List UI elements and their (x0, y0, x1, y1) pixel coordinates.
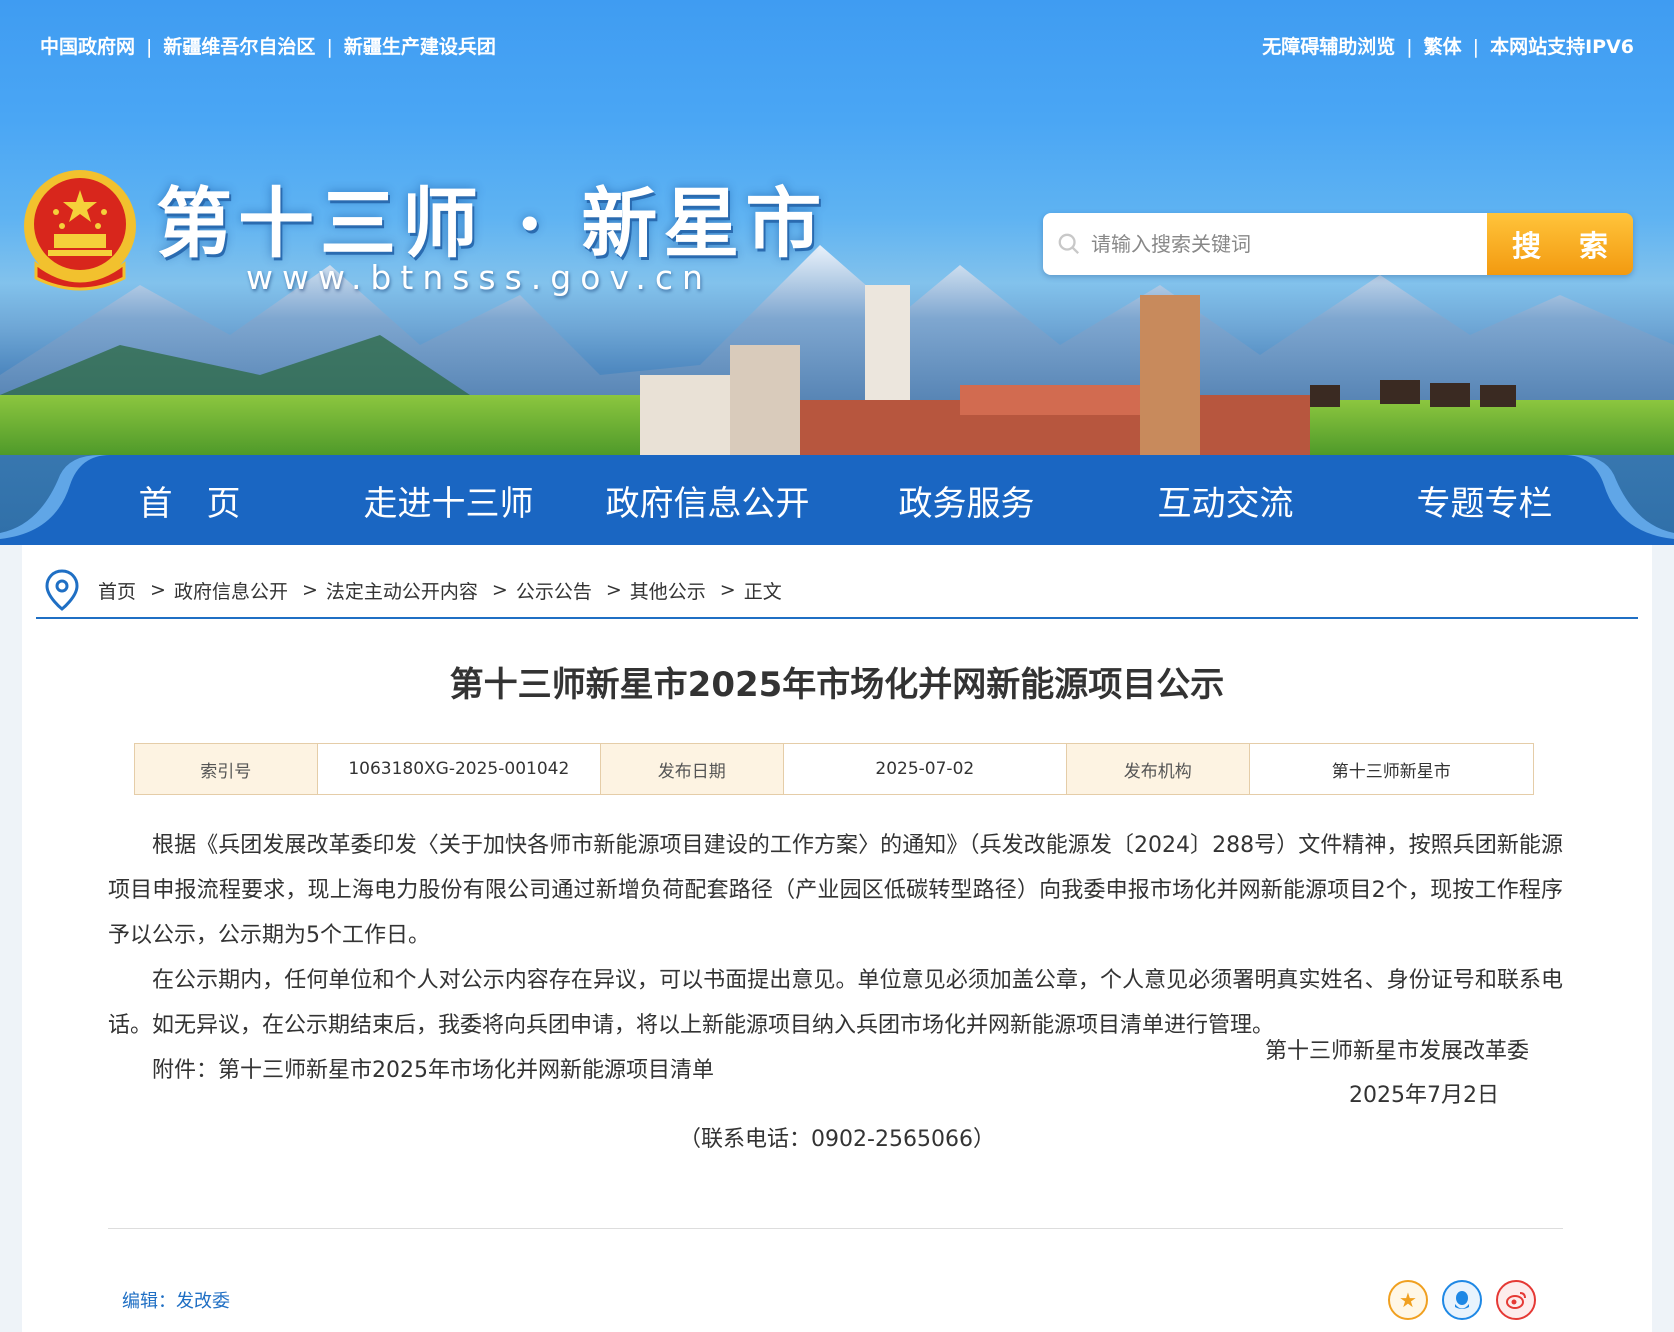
breadcrumb-separator: > (605, 579, 622, 601)
search-input[interactable] (1090, 232, 1487, 256)
breadcrumb-separator: > (719, 579, 736, 601)
site-header: 中国政府网 | 新疆维吾尔自治区 | 新疆生产建设兵团 无障碍辅助浏览 | 繁体 | 本网站支持… (0, 0, 1674, 545)
nav-item-home[interactable]: 首 页 (80, 476, 300, 525)
editor-credit: 编辑：发改委 (122, 1291, 230, 1312)
content-panel: 首页 > 政府信息公开 > 法定主动公开内容 > 公示公告 > 其他公示 > 正… (22, 545, 1652, 1332)
breadcrumb-announcements[interactable]: 公示公告 (516, 577, 592, 604)
search-button[interactable]: 搜 索 (1487, 213, 1633, 275)
breadcrumb-gov-info[interactable]: 政府信息公开 (174, 577, 288, 604)
nav-list: 首 页 走进十三师 政府信息公开 政务服务 互动交流 专题专栏 (60, 455, 1614, 545)
nav-item-gov-info[interactable]: 政府信息公开 (598, 476, 818, 525)
weibo-icon[interactable] (1496, 1280, 1536, 1320)
contact-phone: （联系电话：0902-2565066） (679, 1127, 995, 1152)
link-ipv6[interactable]: 本网站支持IPV6 (1490, 36, 1634, 58)
breadcrumb-separator: > (491, 579, 508, 601)
nav-item-topics[interactable]: 专题专栏 (1375, 476, 1595, 525)
link-accessibility[interactable]: 无障碍辅助浏览 (1262, 36, 1395, 58)
meta-date-value: 2025-07-02 (783, 744, 1067, 794)
breadcrumb-current: 正文 (743, 580, 782, 603)
meta-org-label: 发布机构 (1067, 744, 1250, 794)
sign-date: 2025年7月2日 (1349, 1083, 1499, 1108)
site-title: 第十三师 · 新星市 (156, 179, 828, 268)
link-traditional-chinese[interactable]: 繁体 (1424, 36, 1462, 58)
breadcrumb-separator: > (301, 579, 318, 601)
meta-index-value: 1063180XG-2025-001042 (317, 744, 601, 794)
site-url: www.btnsss.gov.cn (246, 258, 712, 297)
breadcrumb-statutory[interactable]: 法定主动公开内容 (326, 577, 478, 604)
meta-org-value: 第十三师新星市 (1249, 744, 1533, 794)
share-bar: ★ (1388, 1280, 1536, 1320)
divider (108, 1228, 1563, 1229)
breadcrumb-home[interactable]: 首页 (98, 577, 136, 604)
favorite-star-icon[interactable]: ★ (1388, 1280, 1428, 1320)
article-title: 第十三师新星市2025年市场化并网新能源项目公示 (449, 665, 1225, 705)
breadcrumb-other[interactable]: 其他公示 (630, 577, 706, 604)
link-bingtuan[interactable]: 新疆生产建设兵团 (344, 36, 496, 58)
national-emblem-icon (24, 170, 136, 291)
meta-index-label: 索引号 (135, 744, 318, 794)
qq-icon[interactable] (1442, 1280, 1482, 1320)
separator: | (326, 35, 333, 58)
top-links-bar: 中国政府网 | 新疆维吾尔自治区 | 新疆生产建设兵团 无障碍辅助浏览 | 繁体 | 本网站支持… (40, 30, 1634, 60)
top-links-right: 无障碍辅助浏览 | 繁体 | 本网站支持IPV6 (1262, 32, 1634, 59)
link-xinjiang[interactable]: 新疆维吾尔自治区 (163, 36, 315, 58)
meta-date-label: 发布日期 (601, 744, 784, 794)
sign-org: 第十三师新星市发展改革委 (1264, 1039, 1529, 1064)
search-box (1043, 213, 1487, 275)
separator: | (1472, 35, 1480, 58)
separator: | (1406, 35, 1413, 58)
top-links-left: 中国政府网 | 新疆维吾尔自治区 | 新疆生产建设兵团 (40, 32, 496, 59)
breadcrumb-separator: > (150, 579, 166, 601)
breadcrumb: 首页 > 政府信息公开 > 法定主动公开内容 > 公示公告 > 其他公示 > 正… (36, 563, 1638, 619)
nav-item-interaction[interactable]: 互动交流 (1116, 476, 1336, 525)
nav-item-services[interactable]: 政务服务 (857, 476, 1077, 525)
main-nav: 首 页 走进十三师 政府信息公开 政务服务 互动交流 专题专栏 (0, 455, 1674, 545)
link-gov-cn[interactable]: 中国政府网 (40, 36, 135, 58)
nav-item-about[interactable]: 走进十三师 (339, 476, 559, 525)
separator: | (146, 35, 153, 58)
search-icon (1058, 233, 1080, 255)
search-bar: 搜 索 (1043, 213, 1633, 275)
article-meta-table: 索引号 1063180XG-2025-001042 发布日期 2025-07-0… (134, 743, 1534, 795)
article-paragraph: 根据《兵团发展改革委印发〈关于加快各师市新能源项目建设的工作方案〉的通知》（兵发… (108, 833, 1563, 948)
location-pin-icon (45, 569, 79, 611)
